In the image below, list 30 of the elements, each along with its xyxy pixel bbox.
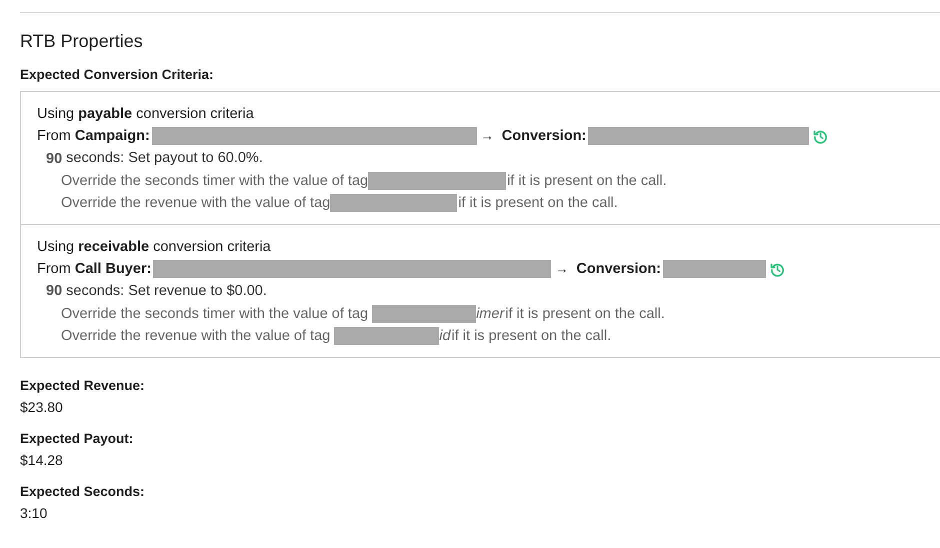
from-label: From Call Buyer: [37,260,152,280]
conversion-label: Conversion: [502,127,586,146]
history-icon [813,128,828,144]
field-value: 3:10 [20,504,48,523]
criteria-intro: Using payable conversion criteria [37,105,255,124]
override-text: Override the revenue with the value of tag [61,194,330,213]
override-text: Override the seconds timer with the value of tag [61,172,368,191]
payout-rule: 90 seconds: Set revenue to $0.00. [45,282,268,302]
field-label: Expected Payout: [20,430,134,448]
criteria-intro: Using receivable conversion criteria [37,238,272,258]
tag-name: imer [476,304,504,324]
override-text: Override the revenue with the value of tag [61,326,330,346]
arrow-symbol: → [555,260,568,278]
override-suffix: if it is present on the call. [458,194,618,213]
field-value: $23.80 [20,398,64,417]
field-label: Expected Seconds: [20,482,146,501]
arrow-symbol: → [480,127,494,146]
history-icon [770,262,786,277]
field-label: Expected Revenue: [20,376,146,395]
conversion-label: Conversion: [576,260,662,280]
from-label: From Campaign: [37,127,150,146]
section-title: RTB Properties [20,30,144,52]
tag-name: id [439,326,451,346]
override-suffix: if it is present on the call. [507,172,667,191]
override-text: Override the seconds timer with the value of tag [61,304,368,324]
field-value: $14.28 [20,450,64,470]
payout-rule: 90 seconds: Set payout to 60.0%. [45,149,264,169]
override-suffix: if it is present on the call. [452,326,612,346]
criteria-heading: Expected Conversion Criteria: [20,66,215,84]
override-suffix: if it is present on the call. [505,304,665,324]
